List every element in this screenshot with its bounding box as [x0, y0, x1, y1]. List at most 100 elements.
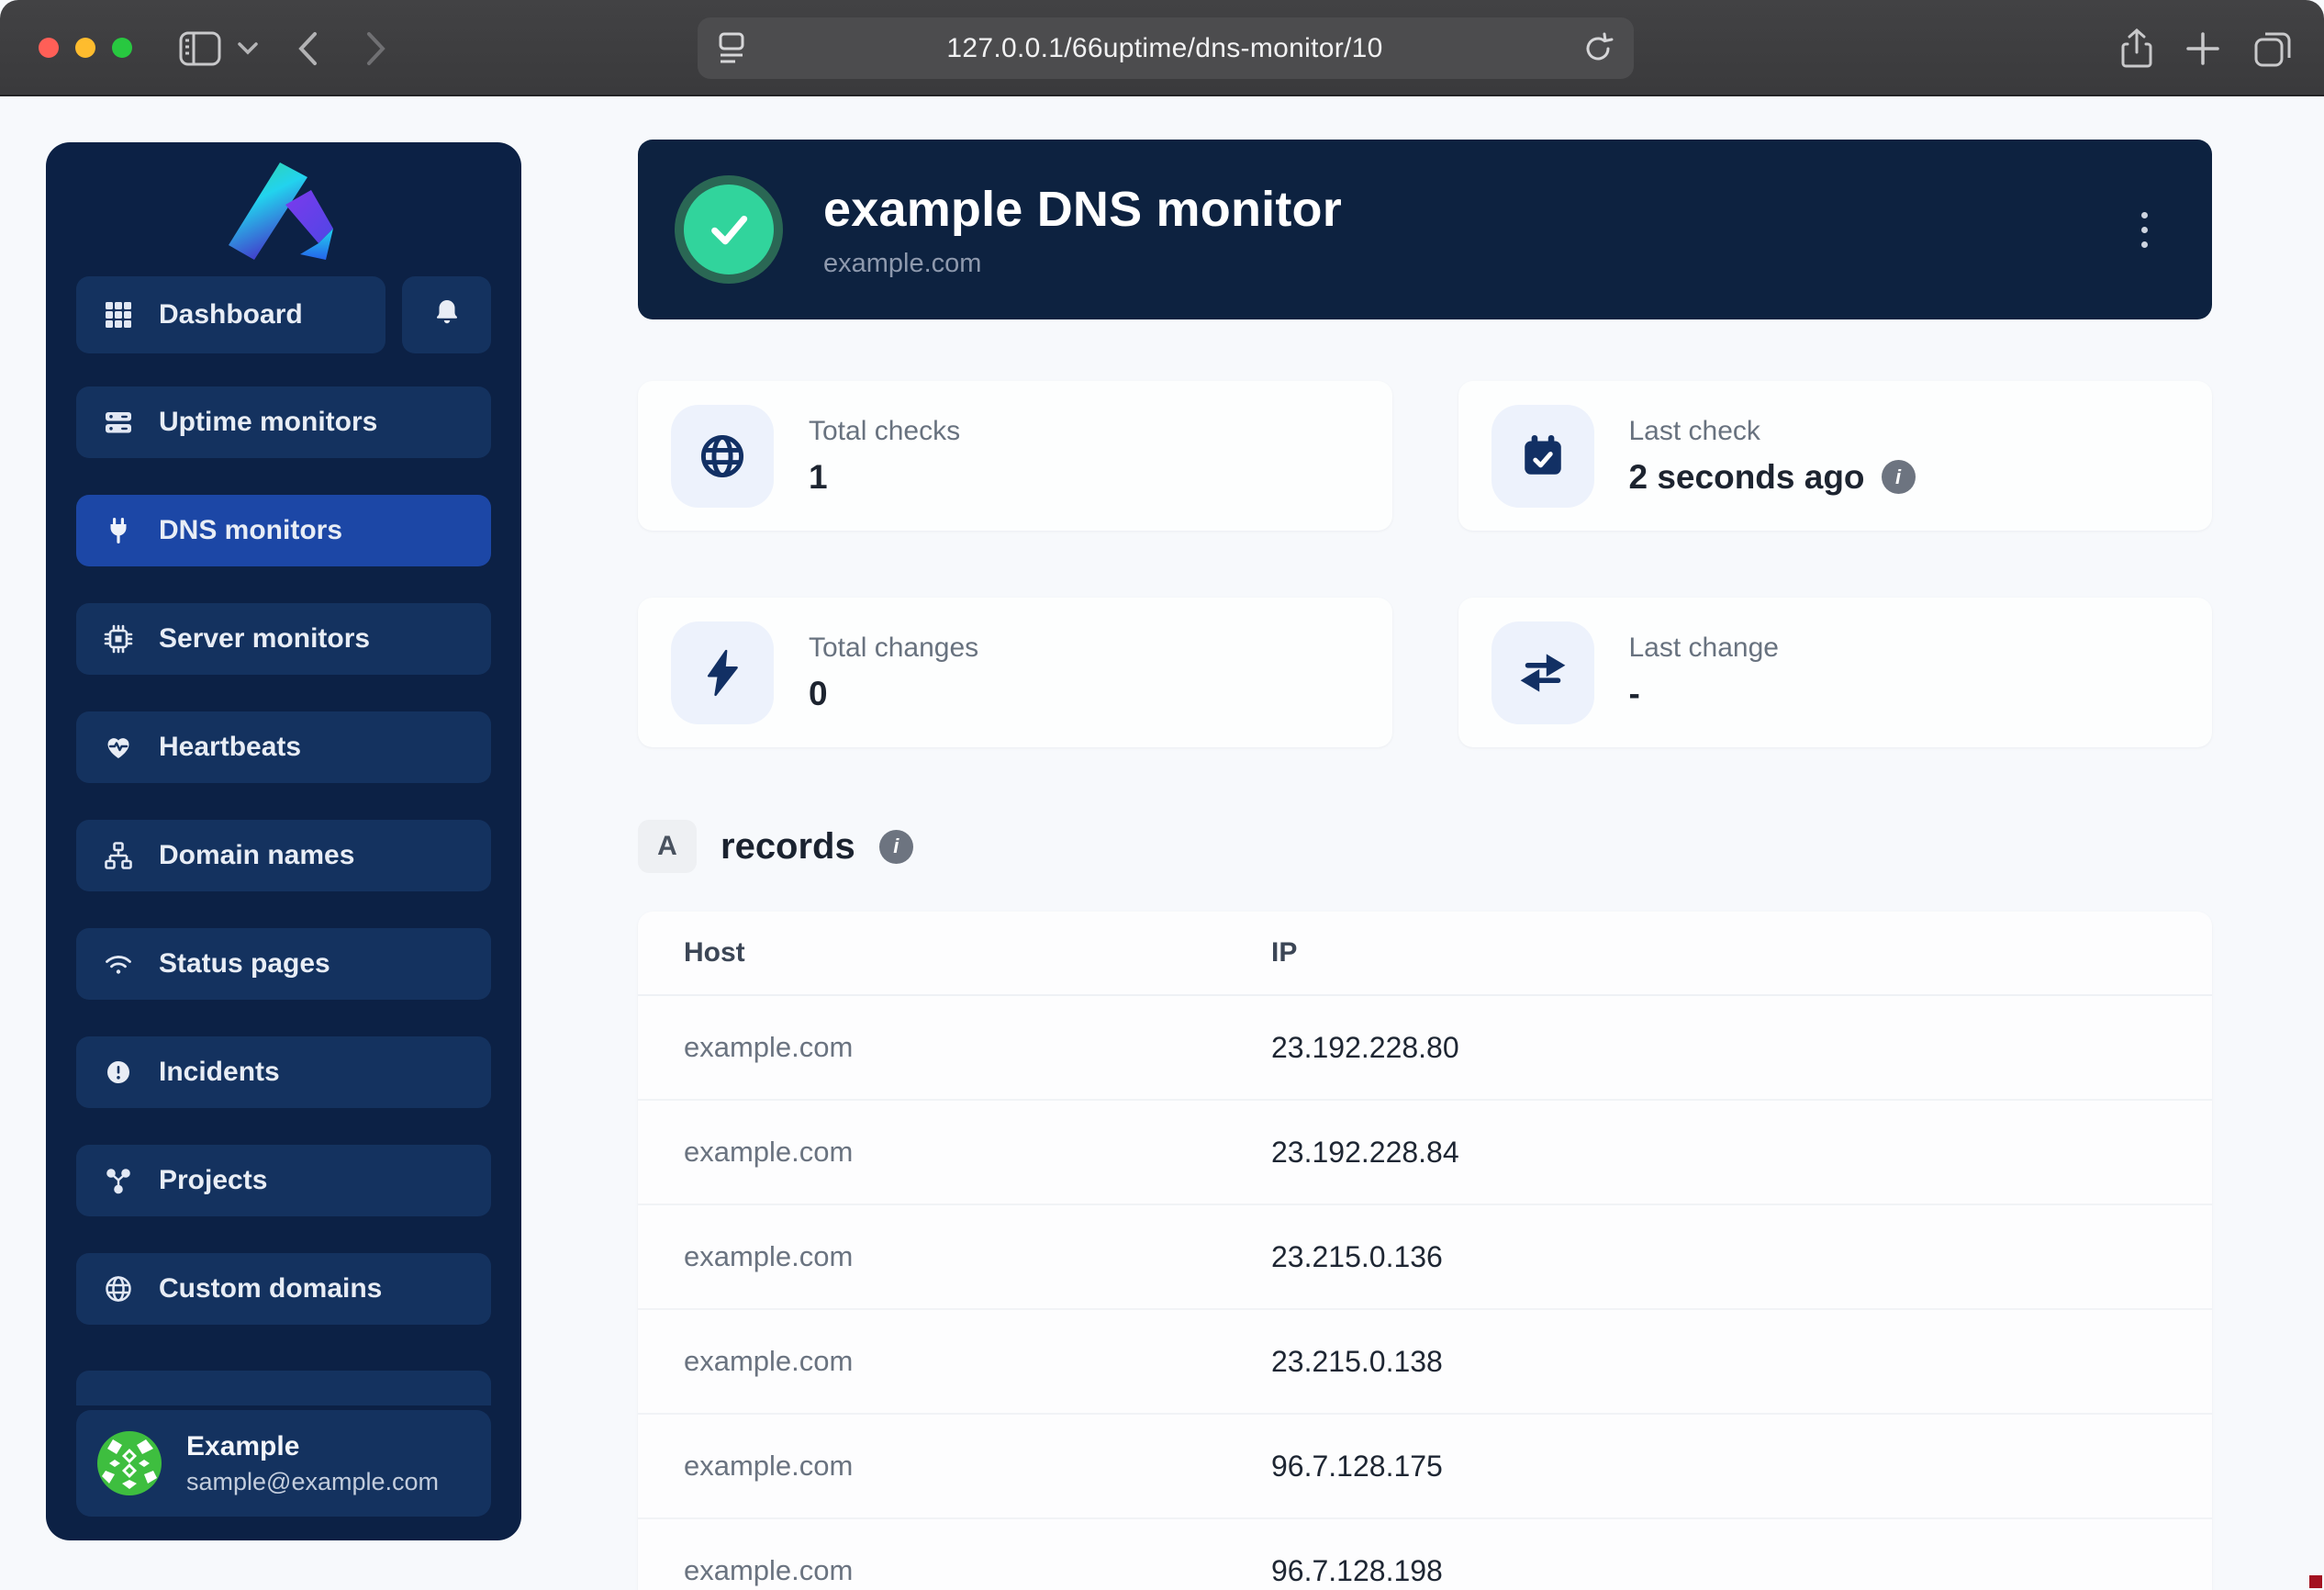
ip-cell: 23.215.0.136 [1271, 1240, 1443, 1274]
stat-card-total-checks: Total checks 1 [638, 381, 1392, 531]
ip-cell: 23.192.228.80 [1271, 1031, 1459, 1065]
sidebar-item-projects[interactable]: Projects [76, 1145, 491, 1216]
back-button-icon[interactable] [285, 0, 330, 96]
sidebar-item-label: DNS monitors [159, 515, 342, 546]
calendar-check-icon [1492, 405, 1594, 508]
stat-card-last-change: Last change - [1458, 598, 2213, 747]
monitor-title: example DNS monitor [823, 181, 1342, 238]
sidebar-item-dns-monitors[interactable]: DNS monitors [76, 495, 491, 566]
column-header-host: Host [684, 937, 1271, 969]
window-minimize-button[interactable] [75, 38, 95, 58]
records-section-header: A records i [638, 820, 913, 873]
sidebar-item-label: Dashboard [159, 299, 303, 330]
status-up-check-icon [675, 175, 783, 284]
stats-grid: Total checks 1 Last check 2 seco [638, 381, 2212, 747]
record-type-badge: A [638, 820, 697, 873]
sidebar-item-status-pages[interactable]: Status pages [76, 928, 491, 1000]
forward-button-icon[interactable] [353, 0, 399, 96]
browser-toolbar: 127.0.0.1/66uptime/dns-monitor/10 [0, 0, 2324, 96]
cpu-icon [102, 623, 135, 655]
ip-cell: 96.7.128.175 [1271, 1450, 1443, 1484]
dashboard-grid-icon [102, 299, 135, 330]
ip-cell: 23.215.0.138 [1271, 1345, 1443, 1379]
host-cell: example.com [684, 1554, 1271, 1587]
host-cell: example.com [684, 1136, 1271, 1169]
stat-value: 0 [809, 675, 828, 713]
table-row: example.com 96.7.128.198 [638, 1519, 2212, 1590]
user-name: Example [186, 1431, 439, 1462]
sidebar-item-label: Custom domains [159, 1273, 382, 1304]
share-icon[interactable] [2111, 0, 2162, 96]
stat-card-last-check: Last check 2 seconds ago i [1458, 381, 2213, 531]
notifications-button[interactable] [402, 276, 491, 353]
sidebar-item-uptime-monitors[interactable]: Uptime monitors [76, 386, 491, 458]
chevron-down-icon[interactable] [231, 0, 264, 96]
stat-label: Total checks [809, 416, 960, 447]
window-close-button[interactable] [39, 38, 59, 58]
app-logo [76, 159, 491, 262]
sidebar-item-domain-names[interactable]: Domain names [76, 820, 491, 891]
stat-value: - [1629, 675, 1640, 713]
monitor-header-card: example DNS monitor example.com [638, 140, 2212, 319]
host-cell: example.com [684, 1240, 1271, 1273]
host-cell: example.com [684, 1450, 1271, 1483]
globe-icon [671, 405, 774, 508]
address-bar[interactable]: 127.0.0.1/66uptime/dns-monitor/10 [698, 17, 1634, 79]
sidebar-item-heartbeats[interactable]: Heartbeats [76, 711, 491, 783]
kebab-menu-button[interactable] [2122, 202, 2166, 257]
sidebar-item-label: Status pages [159, 948, 330, 980]
screen: 127.0.0.1/66uptime/dns-monitor/10 [0, 0, 2324, 1590]
host-cell: example.com [684, 1345, 1271, 1378]
bolt-icon [671, 621, 774, 724]
info-icon[interactable]: i [1882, 460, 1916, 494]
stat-label: Total changes [809, 633, 978, 664]
sidebar-toggle-icon[interactable] [174, 0, 226, 96]
table-row: example.com 23.215.0.138 [638, 1310, 2212, 1415]
alert-circle-icon [102, 1057, 135, 1088]
records-table: Host IP example.com 23.192.228.80 exampl… [638, 912, 2212, 1590]
reload-icon[interactable] [1582, 32, 1614, 65]
sidebar-item-label: Server monitors [159, 623, 370, 655]
records-title: records [721, 826, 855, 868]
host-cell: example.com [684, 1031, 1271, 1064]
new-tab-icon[interactable] [2177, 0, 2229, 96]
info-icon[interactable]: i [879, 830, 913, 864]
table-row: example.com 23.192.228.84 [638, 1101, 2212, 1205]
reader-view-icon[interactable] [716, 28, 747, 69]
stat-value: 1 [809, 458, 828, 497]
url-text[interactable]: 127.0.0.1/66uptime/dns-monitor/10 [747, 33, 1582, 64]
ip-cell: 96.7.128.198 [1271, 1554, 1443, 1588]
globe-icon [102, 1273, 135, 1304]
sidebar-item-custom-domains[interactable]: Custom domains [76, 1253, 491, 1325]
user-email: sample@example.com [186, 1468, 439, 1496]
wifi-icon [102, 948, 135, 980]
window-zoom-button[interactable] [112, 38, 132, 58]
table-row: example.com 96.7.128.175 [638, 1415, 2212, 1519]
sidebar-item-label: Projects [159, 1165, 267, 1196]
stat-label: Last check [1629, 416, 1916, 447]
stat-card-total-changes: Total changes 0 [638, 598, 1392, 747]
stat-label: Last change [1629, 633, 1779, 664]
avatar [96, 1430, 162, 1496]
ip-cell: 23.192.228.84 [1271, 1136, 1459, 1170]
exchange-arrows-icon [1492, 621, 1594, 724]
sidebar-item-dashboard[interactable]: Dashboard [76, 276, 385, 353]
sidebar-item-label: Domain names [159, 840, 354, 871]
table-row: example.com 23.215.0.136 [638, 1205, 2212, 1310]
main-content: example DNS monitor example.com Total ch… [638, 96, 2212, 1590]
plug-icon [102, 515, 135, 546]
stat-value: 2 seconds ago [1629, 458, 1865, 497]
sidebar-item-incidents[interactable]: Incidents [76, 1036, 491, 1108]
server-stack-icon [102, 407, 135, 438]
tab-overview-icon[interactable] [2245, 0, 2300, 96]
user-profile-card[interactable]: Example sample@example.com [76, 1410, 491, 1517]
table-row: example.com 23.192.228.80 [638, 996, 2212, 1101]
column-header-ip: IP [1271, 937, 1297, 969]
sidebar-item-label: Incidents [159, 1057, 280, 1088]
sidebar-item-label: Heartbeats [159, 732, 301, 763]
screen-artifact [2309, 1575, 2322, 1588]
heart-pulse-icon [102, 732, 135, 763]
sidebar-item-server-monitors[interactable]: Server monitors [76, 603, 491, 675]
monitor-domain: example.com [823, 249, 1342, 279]
sidebar-item-partial[interactable] [76, 1371, 491, 1405]
